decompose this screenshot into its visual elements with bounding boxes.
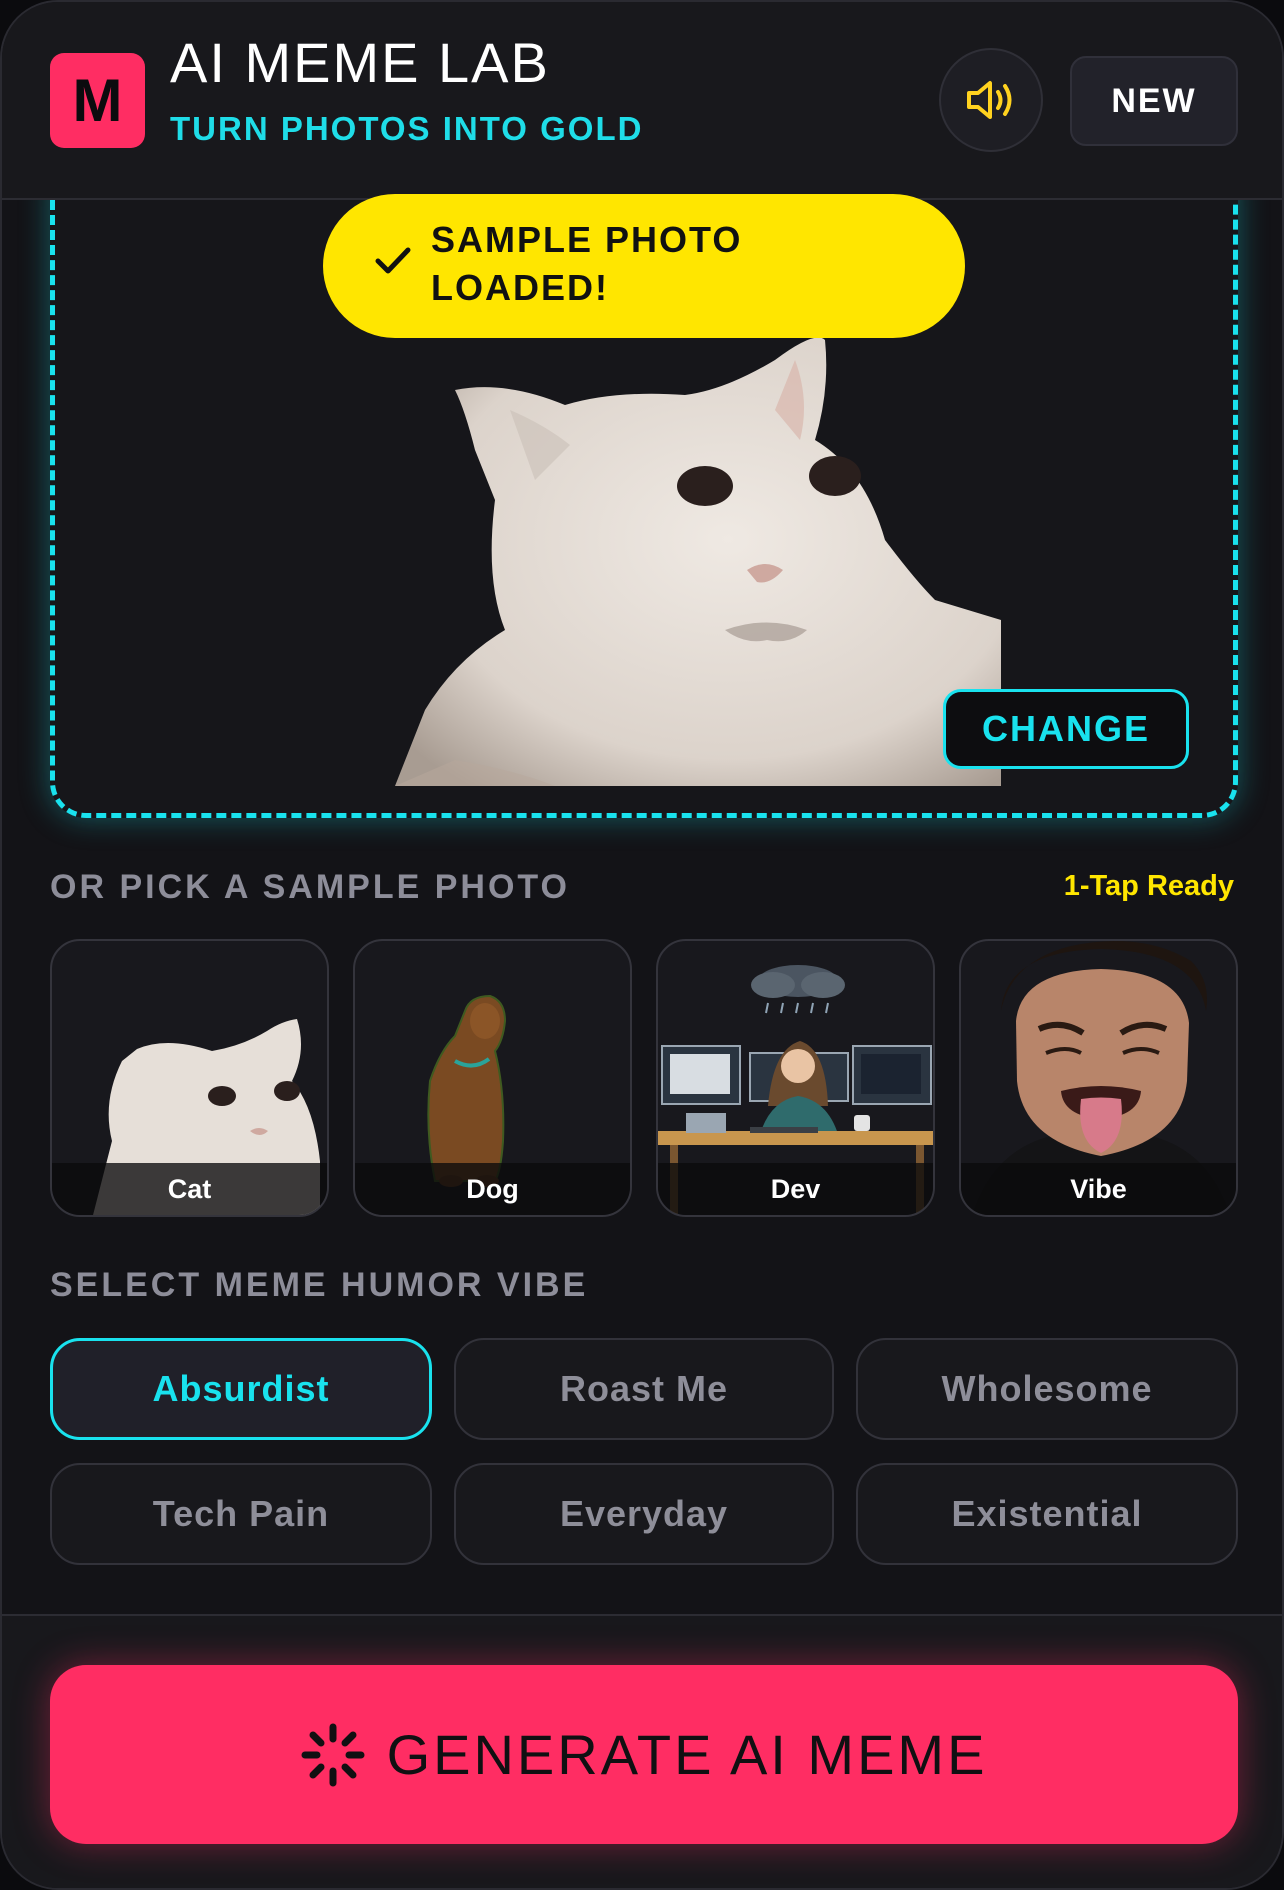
vibe-option-existential[interactable]: Existential: [856, 1463, 1238, 1565]
app-window: M AI MEME LAB TURN PHOTOS INTO GOLD NEW …: [0, 0, 1284, 1890]
new-button[interactable]: NEW: [1070, 56, 1238, 146]
sample-tile-vibe[interactable]: Vibe: [959, 939, 1238, 1217]
vibe-option-everyday[interactable]: Everyday: [454, 1463, 834, 1565]
sample-label: Cat: [52, 1163, 327, 1215]
app-header: M AI MEME LAB TURN PHOTOS INTO GOLD NEW: [2, 2, 1282, 200]
sound-button[interactable]: [939, 48, 1043, 152]
generate-label: GENERATE AI MEME: [386, 1723, 988, 1786]
app-logo: M: [50, 53, 145, 148]
generate-meme-button[interactable]: GENERATE AI MEME: [50, 1665, 1238, 1844]
change-photo-button[interactable]: CHANGE: [943, 689, 1189, 769]
toast-message: SAMPLE PHOTO LOADED!: [431, 219, 743, 308]
cat-preview-image: [395, 337, 1001, 786]
vibe-option-roast-me[interactable]: Roast Me: [454, 1338, 834, 1440]
app-title: AI MEME LAB: [170, 31, 550, 94]
sparkle-loader-icon: [301, 1723, 365, 1786]
vibe-option-tech-pain[interactable]: Tech Pain: [50, 1463, 432, 1565]
vibe-section-heading: SELECT MEME HUMOR VIBE: [50, 1266, 589, 1304]
check-icon: [375, 247, 411, 274]
sample-section-heading: OR PICK A SAMPLE PHOTO: [50, 868, 571, 906]
sample-label: Dog: [355, 1163, 630, 1215]
sample-tile-dog[interactable]: Dog: [353, 939, 632, 1217]
sample-loaded-toast: SAMPLE PHOTO LOADED!: [323, 194, 965, 338]
sample-label: Dev: [658, 1163, 933, 1215]
app-subtitle: TURN PHOTOS INTO GOLD: [170, 110, 644, 147]
vibe-option-absurdist[interactable]: Absurdist: [50, 1338, 432, 1440]
vibe-option-wholesome[interactable]: Wholesome: [856, 1338, 1238, 1440]
one-tap-ready-badge: 1-Tap Ready: [1063, 870, 1234, 902]
sample-label: Vibe: [961, 1163, 1236, 1215]
sample-tile-dev[interactable]: Dev: [656, 939, 935, 1217]
speaker-icon: [967, 81, 1012, 119]
sample-tile-cat[interactable]: Cat: [50, 939, 329, 1217]
